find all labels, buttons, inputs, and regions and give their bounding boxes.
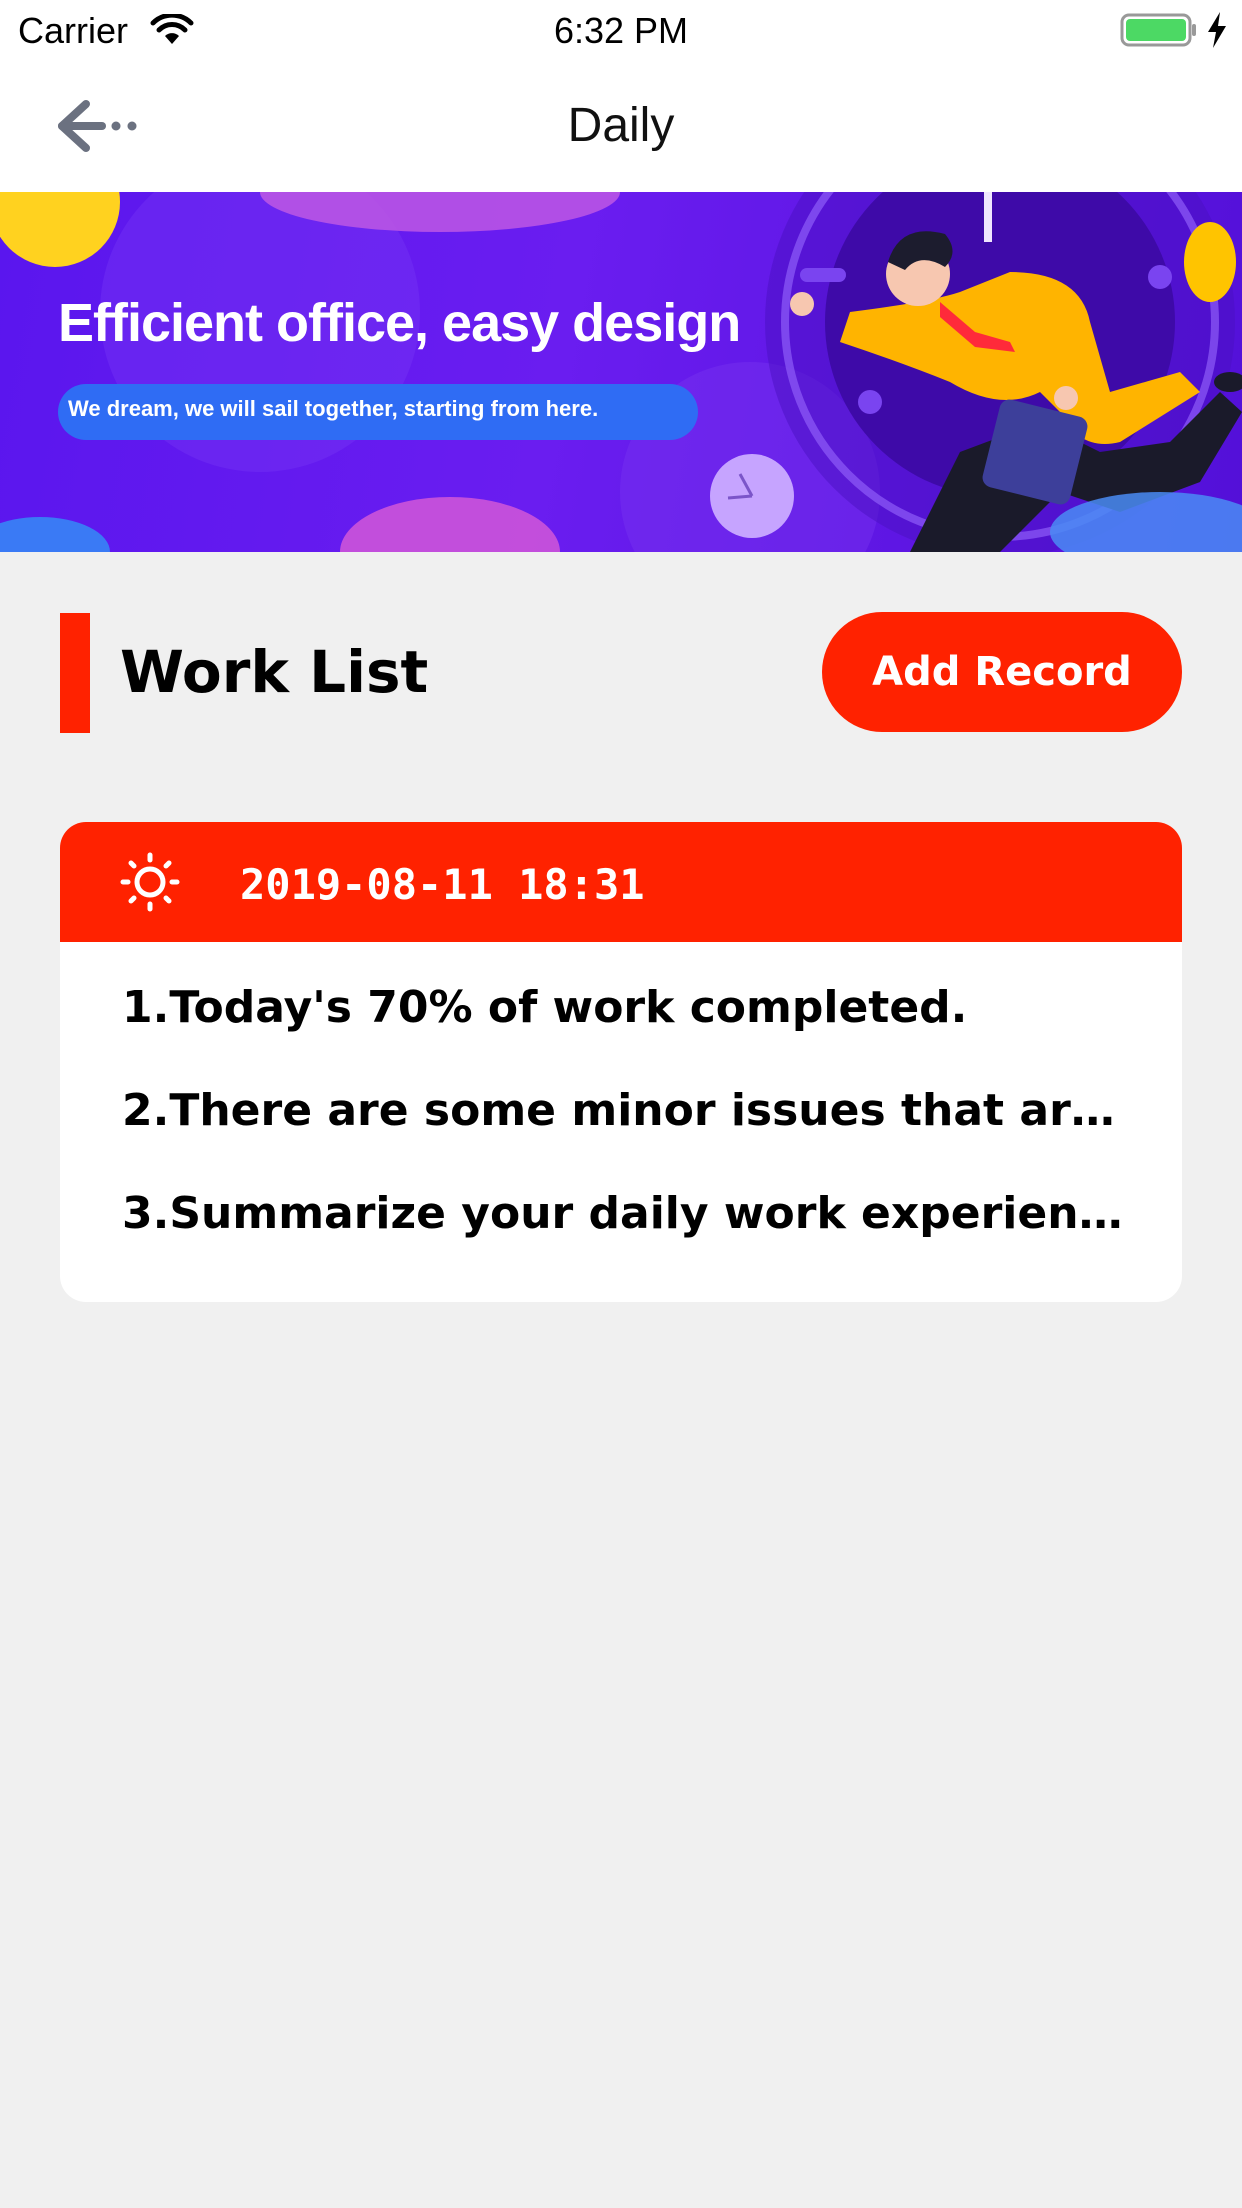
banner-headline: Efficient office, easy design bbox=[58, 293, 741, 353]
status-time: 6:32 PM bbox=[553, 10, 689, 51]
battery-icon bbox=[1120, 13, 1196, 47]
record-line: 2.There are some minor issues that are..… bbox=[122, 1085, 1132, 1136]
record-line: 1.Today's 70% of work completed. bbox=[122, 982, 968, 1033]
sun-icon bbox=[120, 852, 180, 912]
charging-bolt-icon bbox=[1208, 12, 1226, 48]
navigation-bar: Daily bbox=[0, 62, 1242, 192]
banner-tagline: We dream, we will sail together, startin… bbox=[68, 396, 599, 421]
page-title: Daily bbox=[567, 99, 675, 152]
section-accent-bar bbox=[60, 613, 90, 733]
card-header: 2019-08-11 18:31 bbox=[60, 822, 1182, 942]
section-title: Work List bbox=[120, 638, 429, 706]
add-record-button[interactable]: Add Record bbox=[822, 612, 1182, 732]
status-bar: Carrier 6:32 PM bbox=[0, 0, 1242, 62]
work-record-card[interactable]: 2019-08-11 18:31 1.Today's 70% of work c… bbox=[60, 822, 1182, 1302]
record-date: 2019-08-11 18:31 bbox=[240, 860, 645, 909]
promo-banner: Efficient office, easy design We dream, … bbox=[0, 192, 1242, 552]
record-line: 3.Summarize your daily work experience. bbox=[122, 1188, 1132, 1239]
banner-illustration bbox=[0, 192, 1242, 552]
